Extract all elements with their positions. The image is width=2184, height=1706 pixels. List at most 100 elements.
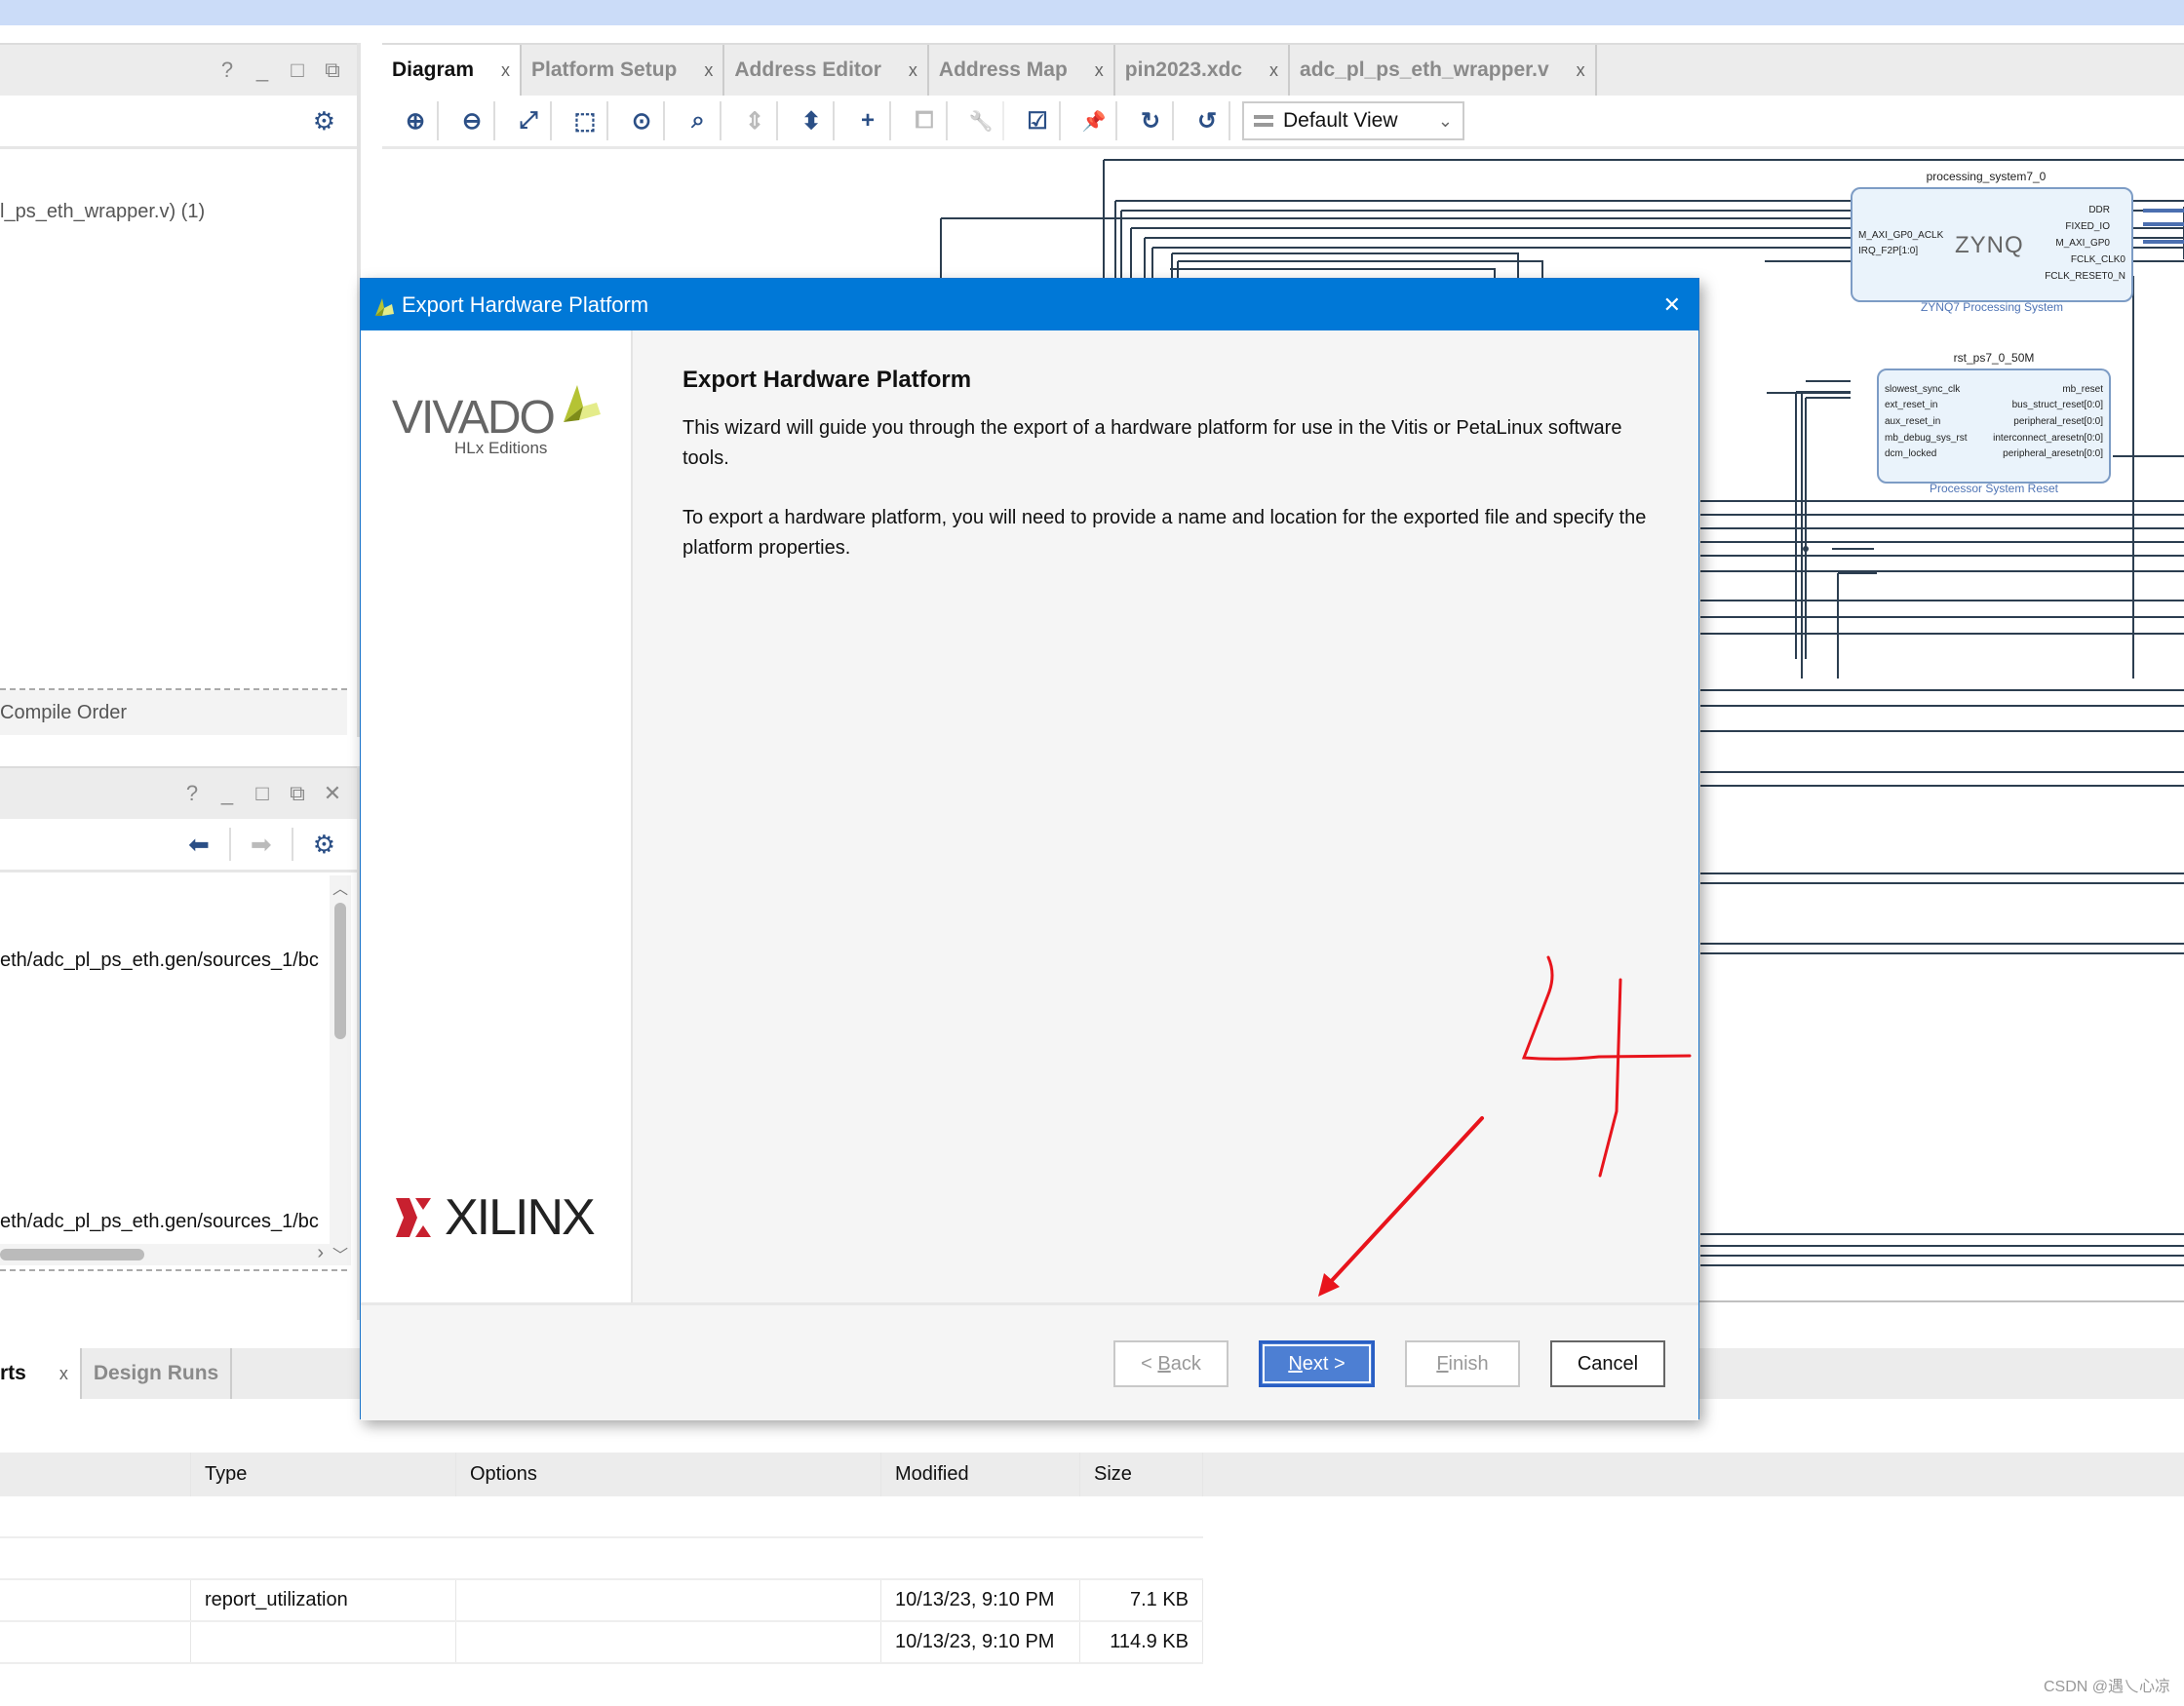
- refresh-icon[interactable]: ↻: [1129, 101, 1174, 140]
- ip-subtitle: ZYNQ7 Processing System: [1920, 300, 2064, 314]
- port-label: interconnect_aresetn[0:0]: [1993, 433, 2103, 444]
- close-icon[interactable]: x: [1269, 60, 1278, 81]
- tab-platform-setup[interactable]: Platform Setup x: [522, 45, 725, 96]
- collapse-icon[interactable]: ⇕: [733, 101, 778, 140]
- chevron-down-icon: ⌄: [1437, 110, 1453, 131]
- search-icon[interactable]: ⌕: [677, 101, 722, 140]
- zoom-fit-icon[interactable]: ⤢: [507, 101, 552, 140]
- column-header-type[interactable]: Type: [191, 1453, 456, 1496]
- table-row[interactable]: report_utilization 10/13/23, 9:10 PM 7.1…: [0, 1580, 1203, 1622]
- vertical-scrollbar[interactable]: ︿ ﹀: [330, 875, 351, 1265]
- property-row: eth/adc_pl_ps_eth.gen/sources_1/bc: [0, 1211, 319, 1232]
- tab-wrapper-v[interactable]: adc_pl_ps_eth_wrapper.v x: [1290, 45, 1597, 96]
- dialog-heading: Export Hardware Platform: [682, 367, 972, 393]
- processing-system-block[interactable]: M_AXI_GP0_ACLK IRQ_F2P[1:0] ZYNQ DDR FIX…: [1851, 187, 2133, 302]
- close-icon[interactable]: x: [909, 60, 917, 81]
- help-icon[interactable]: ?: [216, 58, 238, 83]
- minimize-icon[interactable]: _: [252, 58, 273, 83]
- dialog-content: Export Hardware Platform This wizard wil…: [682, 367, 1658, 593]
- tab-address-map[interactable]: Address Map x: [929, 45, 1115, 96]
- gear-icon[interactable]: ⚙: [313, 830, 335, 860]
- export-hardware-dialog: Export Hardware Platform ✕ VIVADO HLx Ed…: [360, 278, 1699, 1420]
- close-icon[interactable]: x: [1095, 60, 1104, 81]
- dialog-logo-column: VIVADO HLx Editions XILINX: [361, 330, 633, 1302]
- column-header-size[interactable]: Size: [1080, 1453, 1203, 1496]
- view-select-value: Default View: [1283, 109, 1398, 132]
- finish-button[interactable]: Finish: [1405, 1340, 1520, 1387]
- column-header-modified[interactable]: Modified: [881, 1453, 1080, 1496]
- table-row[interactable]: [0, 1496, 1203, 1538]
- wrench-icon[interactable]: 🔧: [959, 101, 1004, 140]
- regenerate-layout-icon[interactable]: ↺: [1186, 101, 1230, 140]
- processor-reset-block[interactable]: slowest_sync_clk ext_reset_in aux_reset_…: [1877, 368, 2111, 484]
- sources-panel-header: ? _ □ ⧉: [0, 43, 357, 96]
- close-icon[interactable]: x: [59, 1364, 68, 1384]
- scroll-thumb[interactable]: [334, 903, 346, 1039]
- sources-panel-toolbar: ⚙: [0, 96, 357, 149]
- port-label: slowest_sync_clk: [1885, 384, 1961, 395]
- divider: [0, 1269, 347, 1271]
- sources-panel: ? _ □ ⧉ ⚙ l_ps_eth_wrapper.v) (1) Compil…: [0, 43, 361, 737]
- tree-item-wrapper[interactable]: l_ps_eth_wrapper.v) (1): [0, 201, 205, 223]
- validate-design-icon[interactable]: ☑: [1016, 101, 1061, 140]
- zoom-out-icon[interactable]: ⊖: [450, 101, 495, 140]
- port-label: dcm_locked: [1885, 448, 1937, 459]
- port-label: peripheral_aresetn[0:0]: [2003, 448, 2103, 459]
- column-header-options[interactable]: Options: [456, 1453, 881, 1496]
- properties-panel-header: ? _ □ ⧉ ✕: [0, 766, 357, 819]
- close-icon[interactable]: ✕: [1663, 292, 1681, 318]
- maximize-icon[interactable]: □: [252, 781, 273, 806]
- float-icon[interactable]: ⧉: [322, 58, 343, 83]
- reports-table: Type Options Modified Size report_utiliz…: [0, 1453, 1203, 1664]
- dialog-title-bar[interactable]: Export Hardware Platform ✕: [361, 279, 1698, 330]
- ip-name: rst_ps7_0_50M: [1953, 351, 2035, 365]
- center-icon[interactable]: ⊙: [620, 101, 665, 140]
- forward-arrow-icon[interactable]: ➡: [251, 830, 272, 860]
- cancel-button[interactable]: Cancel: [1550, 1340, 1665, 1387]
- expand-icon[interactable]: ⬍: [790, 101, 835, 140]
- vivado-app-icon: [372, 294, 394, 316]
- float-icon[interactable]: ⧉: [287, 781, 308, 806]
- scroll-down-icon[interactable]: ﹀: [330, 1242, 351, 1265]
- vivado-logo-mark: [564, 385, 601, 422]
- column-header-name[interactable]: [0, 1453, 191, 1496]
- window-top-band: [0, 0, 2184, 25]
- next-button[interactable]: Next >: [1259, 1340, 1375, 1387]
- scroll-up-icon[interactable]: ︿: [330, 875, 351, 899]
- zoom-selection-icon[interactable]: ⬚: [564, 101, 608, 140]
- minimize-icon[interactable]: _: [216, 781, 238, 806]
- port-label: M_AXI_GP0_ACLK: [1858, 230, 1944, 241]
- table-row[interactable]: 10/13/23, 9:10 PM 114.9 KB: [0, 1622, 1203, 1664]
- view-select[interactable]: Default View ⌄: [1242, 101, 1464, 140]
- zoom-in-icon[interactable]: ⊕: [394, 101, 439, 140]
- tab-diagram[interactable]: Diagram x: [382, 45, 523, 96]
- pin-icon[interactable]: 📌: [1072, 101, 1117, 140]
- h-scroll-thumb[interactable]: [0, 1249, 144, 1260]
- close-icon[interactable]: x: [1577, 60, 1585, 81]
- back-button[interactable]: < Back: [1113, 1340, 1228, 1387]
- table-row[interactable]: [0, 1538, 1203, 1580]
- diagram-h-scrollbar[interactable]: [1698, 1300, 2184, 1302]
- close-icon[interactable]: ✕: [322, 781, 343, 806]
- make-external-icon[interactable]: ⧠: [903, 101, 948, 140]
- property-row: eth/adc_pl_ps_eth.gen/sources_1/bc: [0, 950, 319, 971]
- compile-order-tab[interactable]: Compile Order: [0, 690, 347, 735]
- ip-name: processing_system7_0: [1926, 170, 2047, 183]
- add-ip-icon[interactable]: +: [846, 101, 891, 140]
- tab-pin2023-xdc[interactable]: pin2023.xdc x: [1115, 45, 1291, 96]
- maximize-icon[interactable]: □: [287, 58, 308, 83]
- tab-address-editor[interactable]: Address Editor x: [724, 45, 929, 96]
- back-arrow-icon[interactable]: ⬅: [188, 830, 210, 860]
- horizontal-scrollbar[interactable]: ›: [0, 1242, 330, 1265]
- port-label: FIXED_IO: [2065, 221, 2110, 232]
- tab-design-runs[interactable]: Design Runs: [82, 1348, 233, 1399]
- gear-icon[interactable]: ⚙: [313, 106, 335, 136]
- tab-reports[interactable]: rts x: [0, 1348, 82, 1399]
- xilinx-logo-mark: [396, 1198, 431, 1237]
- bottom-tab-bar-fill: [1699, 1348, 2184, 1399]
- scroll-right-icon[interactable]: ›: [317, 1242, 324, 1264]
- help-icon[interactable]: ?: [181, 781, 203, 806]
- close-icon[interactable]: x: [501, 60, 510, 81]
- port-label: FCLK_RESET0_N: [2045, 271, 2126, 282]
- close-icon[interactable]: x: [704, 60, 713, 81]
